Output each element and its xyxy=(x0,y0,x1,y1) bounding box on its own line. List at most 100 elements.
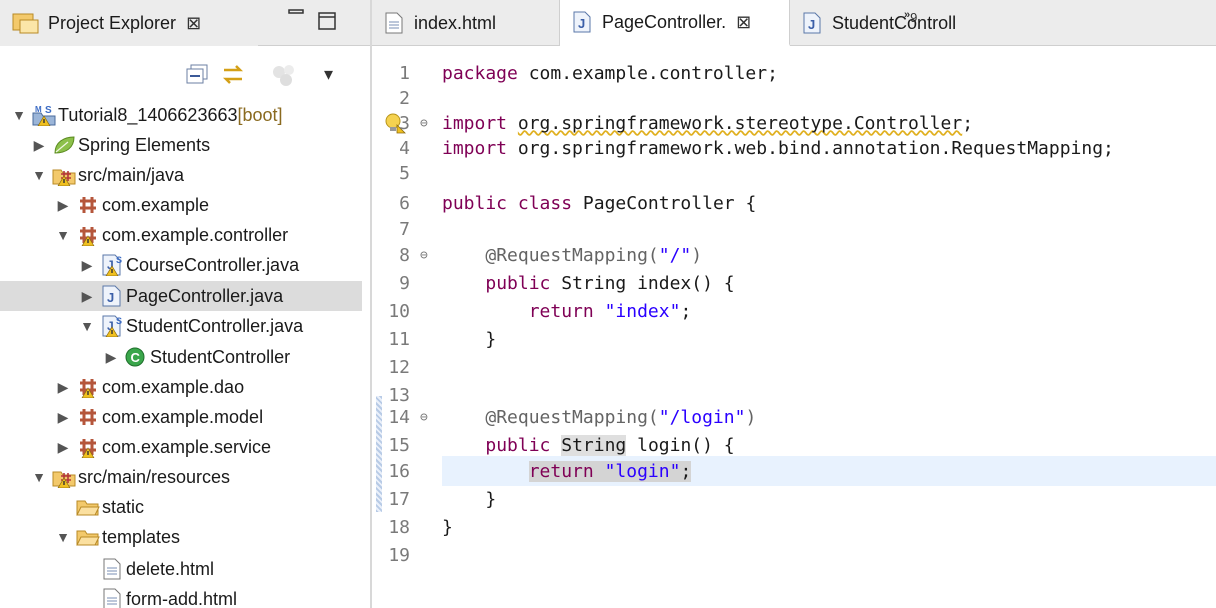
tree-item-label: com.example.dao xyxy=(102,376,245,397)
tab-project-explorer[interactable]: Project Explorer ⊠ xyxy=(0,0,258,46)
tree-item-label: com.example.service xyxy=(102,436,272,457)
collapse-all-icon[interactable] xyxy=(186,64,210,91)
tree-item[interactable]: ▼ com.example.controller xyxy=(0,220,362,250)
tree-item[interactable]: ▶ C StudentController xyxy=(0,342,362,372)
expand-down-icon[interactable]: ▼ xyxy=(10,107,28,123)
expand-right-icon[interactable]: ▶ xyxy=(54,439,72,456)
tree-item[interactable]: ▼ src/main/java xyxy=(0,160,362,190)
line-number: 17 xyxy=(388,488,410,510)
tab-index-html[interactable]: index.html xyxy=(372,0,560,46)
fold-toggle-icon[interactable]: ⊖ xyxy=(420,116,428,131)
line-number: 4 xyxy=(399,137,410,159)
line-number: 5 xyxy=(399,162,410,184)
tree-item-label: src/main/resources xyxy=(78,466,231,487)
java-file-warning-icon: JS xyxy=(96,254,126,276)
source-folder-icon xyxy=(48,164,78,186)
expand-right-icon[interactable]: ▶ xyxy=(102,349,120,366)
expand-right-icon[interactable]: ▶ xyxy=(54,197,72,214)
project-explorer-panel: Project Explorer ⊠ ▾ ▼ M S Tutorial8_140662… xyxy=(0,0,370,608)
tree-item[interactable]: ▼ M S Tutorial8_1406623663 [boot] xyxy=(0,100,362,130)
expand-right-icon[interactable]: ▶ xyxy=(78,257,96,274)
tree-item-label: com.example xyxy=(102,194,210,215)
expand-down-icon[interactable]: ▼ xyxy=(54,227,72,243)
tree-item[interactable]: ▶ J S CourseController.java xyxy=(0,250,362,280)
code-area[interactable]: 1 package com.example.controller; 2 3 ⊖ … xyxy=(372,46,1216,608)
close-tab-icon[interactable]: ⊠ xyxy=(186,13,201,34)
tree-item[interactable]: ▶ com.example xyxy=(0,190,362,220)
tree-item-label: PageController.java xyxy=(126,285,284,306)
tree-item[interactable]: ▶ com.example.model xyxy=(0,402,362,432)
tree-item[interactable]: ▼ templates xyxy=(0,522,362,552)
tree-item[interactable]: ▶ J PageController.java xyxy=(0,281,362,311)
tree-item-label: form-add.html xyxy=(126,588,238,608)
line-number: 14 xyxy=(388,406,410,428)
svg-text:C: C xyxy=(131,350,141,365)
tree-item[interactable]: static xyxy=(0,492,362,522)
minimize-icon[interactable] xyxy=(288,6,306,32)
tree-item[interactable]: ▶ com.example.dao xyxy=(0,372,362,402)
line-number: 11 xyxy=(388,328,410,350)
tree-item-label: delete.html xyxy=(126,558,215,579)
tree-item[interactable]: ▼ J S StudentController.java xyxy=(0,311,362,341)
line-number: 18 xyxy=(388,516,410,538)
expand-down-icon[interactable]: ▼ xyxy=(78,318,96,334)
line-number: 3 xyxy=(399,112,410,134)
tree-item-label: Spring Elements xyxy=(78,134,211,155)
filters-icon[interactable] xyxy=(270,62,298,93)
tab-pagecontroller[interactable]: J PageController. ⊠ xyxy=(560,0,790,46)
code-line: 10 return "index"; xyxy=(372,296,1216,326)
code-line: 18 } xyxy=(372,512,1216,542)
html-file-icon xyxy=(96,558,126,580)
java-file-warning-icon: JS xyxy=(96,315,126,337)
tab-overflow-button[interactable]: »9 xyxy=(904,9,917,25)
tree-item[interactable]: ▼ src/main/resources xyxy=(0,462,362,492)
expand-down-icon[interactable]: ▼ xyxy=(54,529,72,545)
tree-item-label: com.example.model xyxy=(102,406,264,427)
html-file-icon xyxy=(385,12,403,34)
tree-item-label: com.example.controller xyxy=(102,224,289,245)
fold-toggle-icon[interactable]: ⊖ xyxy=(420,248,428,263)
package-warning-icon xyxy=(72,224,102,246)
code-editor-panel: index.html J PageController. ⊠ J Student… xyxy=(372,0,1216,608)
java-file-icon: J xyxy=(573,11,591,33)
tree-item[interactable]: form-add.html xyxy=(0,584,362,608)
tab-studentcontroller[interactable]: J StudentControll xyxy=(790,0,976,46)
tree-item-label: StudentController.java xyxy=(126,315,304,336)
tree-item-label: CourseController.java xyxy=(126,254,300,275)
explorer-tab-label: Project Explorer xyxy=(48,12,177,33)
link-with-editor-icon[interactable] xyxy=(220,62,246,93)
line-number: 19 xyxy=(388,544,410,566)
tree-item[interactable]: ▶ com.example.service xyxy=(0,432,362,462)
code-line: 5 xyxy=(372,158,1216,188)
code-line: 11 } xyxy=(372,324,1216,354)
close-tab-icon[interactable]: ⊠ xyxy=(736,12,751,33)
fold-toggle-icon[interactable]: ⊖ xyxy=(420,410,428,425)
folder-icon xyxy=(72,526,102,548)
tree-item-label: static xyxy=(102,496,145,517)
expand-right-icon[interactable]: ▶ xyxy=(54,409,72,426)
svg-text:M: M xyxy=(35,105,42,114)
expand-down-icon[interactable]: ▼ xyxy=(30,167,48,183)
expand-right-icon[interactable]: ▶ xyxy=(54,379,72,396)
expand-right-icon[interactable]: ▶ xyxy=(30,137,48,154)
java-file-icon: J xyxy=(96,285,126,307)
code-line-current: 16 return "login"; xyxy=(372,456,1216,486)
svg-text:S: S xyxy=(45,105,52,116)
tree-item-label: StudentController xyxy=(150,346,291,367)
code-line: 14 ⊖ @RequestMapping("/login") xyxy=(372,402,1216,432)
project-explorer-icon xyxy=(12,13,39,34)
tree-item[interactable]: delete.html xyxy=(0,554,362,584)
overflow-chevron-icon: » xyxy=(904,9,911,21)
package-icon xyxy=(72,406,102,428)
expand-down-icon[interactable]: ▼ xyxy=(30,469,48,485)
package-warning-icon xyxy=(72,376,102,398)
code-line: 17 } xyxy=(372,484,1216,514)
tree-item-label: Tutorial8_1406623663 xyxy=(58,104,238,125)
tree-item[interactable]: ▶ Spring Elements xyxy=(0,130,362,160)
tree-item-decoration: [boot] xyxy=(237,104,283,125)
folder-icon xyxy=(72,496,102,518)
spring-leaf-icon xyxy=(48,134,78,156)
maximize-icon[interactable] xyxy=(318,12,338,38)
view-menu-icon[interactable]: ▾ xyxy=(324,64,333,85)
expand-right-icon[interactable]: ▶ xyxy=(78,288,96,305)
